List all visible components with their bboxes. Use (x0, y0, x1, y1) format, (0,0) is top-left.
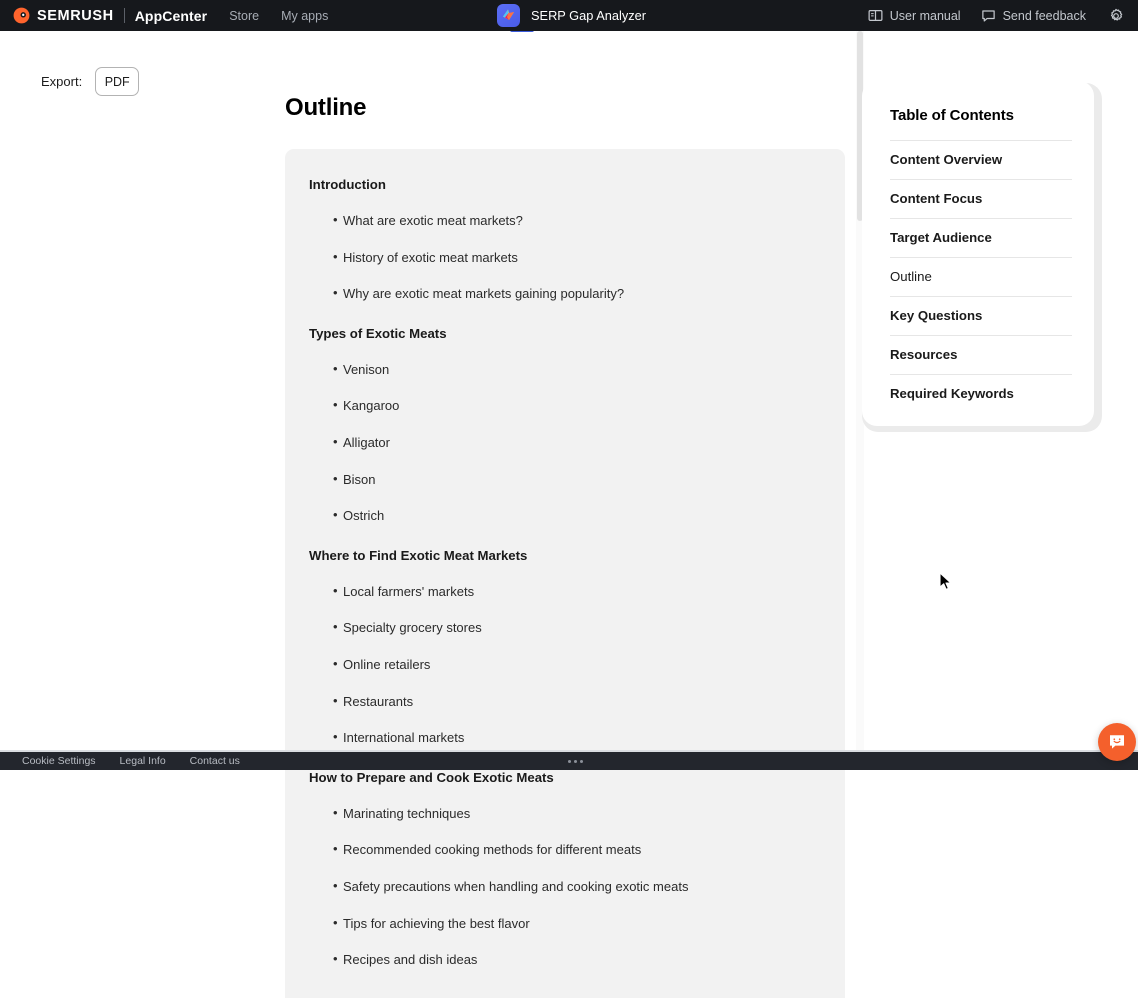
outline-section-heading: How to Prepare and Cook Exotic Meats (309, 769, 554, 785)
chat-launcher-button[interactable] (1098, 723, 1136, 761)
outline-list-item: Marinating techniques (309, 805, 819, 822)
outline-list-item: Tips for achieving the best flavor (309, 915, 819, 932)
user-manual-label: User manual (889, 8, 961, 23)
app-title: SERP Gap Analyzer (531, 8, 646, 23)
document-column: Outline Introduction What are exotic meat… (285, 31, 845, 998)
serp-gap-analyzer-app-icon (497, 4, 520, 27)
outline-section-list: Local farmers' markets Specialty grocery … (309, 583, 819, 746)
semrush-wordmark: SEMRUSH (37, 7, 114, 24)
ellipsis-dot (567, 759, 571, 763)
settings-button[interactable] (1108, 8, 1124, 24)
appcenter-label[interactable]: AppCenter (135, 8, 207, 24)
nav-divider (123, 8, 125, 23)
page-title: Outline (285, 94, 367, 121)
toc-item-resources[interactable]: Resources (890, 335, 1072, 374)
toc-item-key-questions[interactable]: Key Questions (890, 296, 1072, 335)
footer-links: Cookie Settings Legal Info Contact us (0, 755, 264, 767)
outline-list-item: Why are exotic meat markets gaining popu… (309, 285, 819, 302)
toc-list: Content Overview Content Focus Target Audi… (890, 140, 1072, 413)
toc-title: Table of Contents (890, 107, 1014, 124)
outline-list-item: Online retailers (309, 656, 819, 673)
book-icon (868, 10, 883, 21)
outline-list-item: Kangaroo (309, 397, 819, 414)
toc-item-outline[interactable]: Outline (890, 257, 1072, 296)
user-manual-button[interactable]: User manual (868, 8, 961, 23)
outline-list-item: Specialty grocery stores (309, 619, 819, 636)
footer-link-cookie-settings[interactable]: Cookie Settings (22, 755, 96, 767)
outline-list-item: Recommended cooking methods for differen… (309, 841, 819, 858)
outline-section-list: What are exotic meat markets? History of … (309, 212, 819, 302)
outline-list-item: Recipes and dish ideas (309, 951, 819, 968)
outline-list-item: Bison (309, 471, 819, 488)
ellipsis-dot (579, 759, 583, 763)
outline-list-item: International markets (309, 729, 819, 746)
outline-list-item: What are exotic meat markets? (309, 212, 819, 229)
intercom-chat-icon (1110, 735, 1124, 749)
chat-bubble-icon (981, 10, 995, 22)
export-pdf-button[interactable]: PDF (95, 67, 140, 96)
footer-bar: Cookie Settings Legal Info Contact us (0, 752, 1138, 770)
page-body: Export: PDF Outline Introduction What are… (0, 31, 1138, 998)
outline-section-list: Venison Kangaroo Alligator Bison Ostrich (309, 361, 819, 524)
top-navigation-bar: SEMRUSH AppCenter Store My apps SERP Gap… (0, 0, 1138, 31)
nav-right-group: User manual Send feedback (848, 0, 1128, 31)
send-feedback-label: Send feedback (1002, 8, 1086, 23)
outline-list-item: Ostrich (309, 507, 819, 524)
outline-list-item: Venison (309, 361, 819, 378)
nav-link-store[interactable]: Store (229, 9, 259, 23)
footer-link-legal-info[interactable]: Legal Info (120, 755, 166, 767)
footer-link-contact-us[interactable]: Contact us (190, 755, 240, 767)
footer-hairline (0, 750, 1138, 752)
outline-list-item: Restaurants (309, 693, 819, 710)
outline-list-item: Local farmers' markets (309, 583, 819, 600)
outline-card: Introduction What are exotic meat markets… (285, 149, 845, 998)
export-controls: Export: PDF (41, 67, 140, 96)
outline-section-heading: Where to Find Exotic Meat Markets (309, 547, 528, 563)
outline-section-list: Marinating techniques Recommended cooking… (309, 805, 819, 968)
gear-icon (1110, 8, 1123, 21)
app-identity-group: SERP Gap Analyzer (497, 0, 646, 31)
outline-list-item: History of exotic meat markets (309, 249, 819, 266)
mouse-cursor (939, 572, 952, 590)
nav-left-group: SEMRUSH AppCenter Store My apps (0, 6, 328, 25)
toc-item-target-audience[interactable]: Target Audience (890, 218, 1072, 257)
outline-section-heading: Types of Exotic Meats (309, 325, 447, 341)
outline-section-heading: Introduction (309, 177, 386, 192)
ellipsis-dot (573, 759, 577, 763)
toc-item-content-overview[interactable]: Content Overview (890, 140, 1072, 179)
toc-item-required-keywords[interactable]: Required Keywords (890, 374, 1072, 413)
semrush-mark-icon (13, 7, 30, 24)
table-of-contents-panel: Table of Contents Content Overview Conten… (862, 81, 1094, 426)
send-feedback-button[interactable]: Send feedback (981, 8, 1086, 23)
toc-item-content-focus[interactable]: Content Focus (890, 179, 1072, 218)
export-label: Export: (41, 74, 83, 89)
outline-list-item: Safety precautions when handling and coo… (309, 878, 819, 895)
footer-more-button[interactable] (566, 752, 584, 770)
semrush-logo[interactable]: SEMRUSH (12, 6, 114, 25)
outline-list-item: Alligator (309, 434, 819, 451)
nav-link-my-apps[interactable]: My apps (281, 9, 328, 23)
